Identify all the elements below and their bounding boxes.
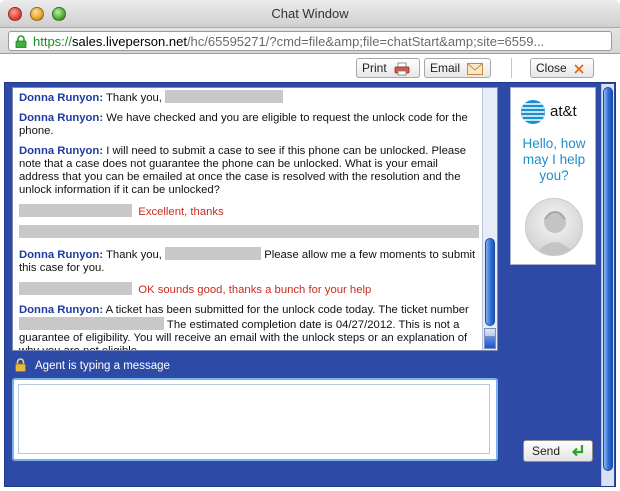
customer-message: Excellent, thanks xyxy=(19,204,479,240)
att-greeting: Hello, how may I help you? xyxy=(522,136,586,183)
agent-message: Donna Runyon: We have checked and you ar… xyxy=(19,112,479,138)
url-path: /hc/65595271/?cmd=file&amp;file=chatStar… xyxy=(186,34,545,49)
agent-message: Donna Runyon: A ticket has been submitte… xyxy=(19,304,479,350)
close-icon xyxy=(574,64,584,74)
envelope-icon xyxy=(467,62,484,75)
send-button[interactable]: Send xyxy=(523,440,593,462)
send-label: Send xyxy=(532,444,561,458)
message-text: Thank you, xyxy=(103,249,166,261)
print-button[interactable]: Print xyxy=(356,58,420,78)
message-text: OK sounds good, thanks a bunch for your … xyxy=(138,284,372,296)
agent-avatar xyxy=(525,198,583,256)
address-bar: https://sales.liveperson.net/hc/65595271… xyxy=(0,28,620,54)
url-field[interactable]: https://sales.liveperson.net/hc/65595271… xyxy=(8,31,612,51)
window-scroll-thumb[interactable] xyxy=(603,87,613,471)
window-scrollbar[interactable] xyxy=(601,84,614,486)
speaker-name: Donna Runyon: xyxy=(19,112,104,124)
att-promo-panel[interactable]: at&t Hello, how may I help you? xyxy=(510,87,596,265)
printer-icon xyxy=(394,62,410,76)
customer-message: OK sounds good, thanks a bunch for your … xyxy=(19,282,479,297)
message-list: Donna Runyon: Thank you, Donna Runyon: W… xyxy=(19,90,479,350)
agent-message: Donna Runyon: I will need to submit a ca… xyxy=(19,145,479,197)
email-label: Email xyxy=(430,61,461,75)
att-brand: at&t xyxy=(550,103,577,120)
transcript-scroll-thumb[interactable] xyxy=(485,238,495,326)
redacted-customer-name xyxy=(19,282,132,295)
typing-indicator: Agent is typing a message xyxy=(14,358,170,374)
message-input[interactable] xyxy=(18,384,490,454)
redacted-text xyxy=(165,90,284,103)
url-host: sales.liveperson.net xyxy=(72,34,187,49)
scroll-down-arrow[interactable] xyxy=(484,336,496,349)
window-title: Chat Window xyxy=(271,6,349,21)
enter-arrow-icon xyxy=(571,445,584,457)
chat-transcript[interactable]: Donna Runyon: Thank you, Donna Runyon: W… xyxy=(12,87,498,351)
lock-icon xyxy=(15,35,27,48)
message-text: A ticket has been submitted for the unlo… xyxy=(103,304,469,316)
att-globe-icon xyxy=(521,100,545,124)
transcript-scrollbar[interactable] xyxy=(482,88,497,350)
message-text: Thank you, xyxy=(103,92,166,104)
message-input-frame xyxy=(12,378,498,461)
redacted-text xyxy=(19,225,479,238)
padlock-icon xyxy=(15,358,26,372)
redacted-text xyxy=(19,317,164,330)
url-scheme: https:// xyxy=(33,34,73,49)
chat-toolbar: Print Email Close xyxy=(0,54,620,82)
toolbar-divider xyxy=(511,58,512,78)
redacted-text xyxy=(165,247,262,260)
email-button[interactable]: Email xyxy=(424,58,491,78)
speaker-name: Donna Runyon: xyxy=(19,92,104,104)
speaker-name: Donna Runyon: xyxy=(19,249,104,261)
speaker-name: Donna Runyon: xyxy=(19,145,104,157)
close-chat-button[interactable]: Close xyxy=(530,58,594,78)
print-label: Print xyxy=(362,61,387,75)
person-silhouette-icon xyxy=(535,211,575,255)
agent-message: Donna Runyon: Thank you, Please allow me… xyxy=(19,247,479,275)
agent-message: Donna Runyon: Thank you, xyxy=(19,90,479,105)
speaker-name: Donna Runyon: xyxy=(19,304,104,316)
redacted-customer-name xyxy=(19,204,132,217)
url-text: https://sales.liveperson.net/hc/65595271… xyxy=(33,34,544,49)
title-bar: Chat Window xyxy=(0,0,620,28)
message-text: Excellent, thanks xyxy=(138,206,224,218)
typing-text: Agent is typing a message xyxy=(35,360,170,372)
close-label: Close xyxy=(536,61,567,75)
